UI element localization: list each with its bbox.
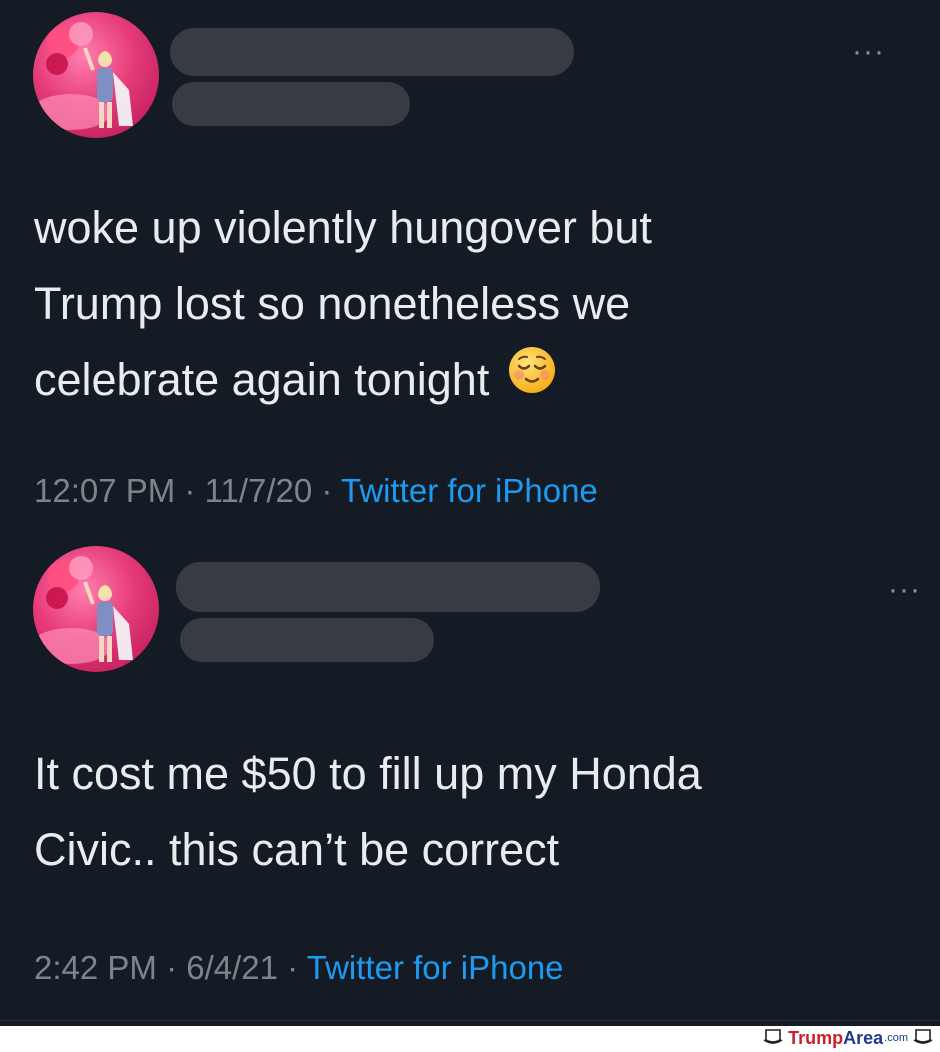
tweet-text-line: Trump lost so nonetheless we (34, 278, 631, 329)
hat-icon (912, 1026, 934, 1051)
tweet-text-line: celebrate again tonight (34, 342, 652, 418)
meta-separator: · (321, 472, 333, 509)
relieved-face-emoji-icon (507, 342, 557, 418)
meta-separator: · (184, 472, 196, 509)
tweet-time[interactable]: 12:07 PM (34, 472, 175, 509)
avatar-photo (33, 22, 133, 130)
tweet-text: woke up violently hungover but Trump los… (34, 190, 652, 418)
more-options-icon[interactable]: ··· (888, 580, 921, 600)
trumparea-watermark: Trump Area .com (762, 1026, 934, 1050)
tweet-meta: 12:07 PM · 11/7/20 · Twitter for iPhone (34, 471, 598, 511)
hat-icon (762, 1026, 784, 1051)
bottom-divider (0, 1020, 940, 1021)
tweet-meta: 2:42 PM · 6/4/21 · Twitter for iPhone (34, 948, 564, 988)
screenshot-area: ··· woke up violently hungover but Trump… (0, 0, 940, 1026)
tweet-text-line: It cost me $50 to fill up my Honda (34, 748, 702, 799)
tweet-date[interactable]: 6/4/21 (186, 949, 278, 986)
tweet-text-line-content: celebrate again tonight (34, 354, 490, 405)
meta-separator: · (287, 949, 299, 986)
redacted-display-name (176, 562, 600, 612)
meta-separator: · (166, 949, 178, 986)
tweet-2[interactable]: ··· It cost me $50 to fill up my Honda C… (0, 540, 940, 1026)
tweet-source-link[interactable]: Twitter for iPhone (341, 472, 598, 509)
tweet-text: It cost me $50 to fill up my Honda Civic… (34, 736, 702, 888)
avatar-photo (33, 556, 133, 664)
tweet-1[interactable]: ··· woke up violently hungover but Trump… (0, 0, 940, 540)
redacted-display-name (170, 28, 574, 76)
tweet-time[interactable]: 2:42 PM (34, 949, 157, 986)
avatar[interactable] (33, 12, 159, 138)
watermark-part2: Area (843, 1027, 884, 1048)
watermark-part1: Trump (788, 1027, 844, 1048)
more-options-icon[interactable]: ··· (852, 42, 885, 62)
redacted-username (180, 618, 434, 662)
tweet-source-link[interactable]: Twitter for iPhone (307, 949, 564, 986)
tweet-date[interactable]: 11/7/20 (205, 472, 313, 509)
avatar[interactable] (33, 546, 159, 672)
tweet-text-line: woke up violently hungover but (34, 202, 652, 253)
redacted-username (172, 82, 410, 126)
tweet-text-line: Civic.. this can’t be correct (34, 824, 560, 875)
watermark-suffix: .com (884, 1032, 908, 1044)
